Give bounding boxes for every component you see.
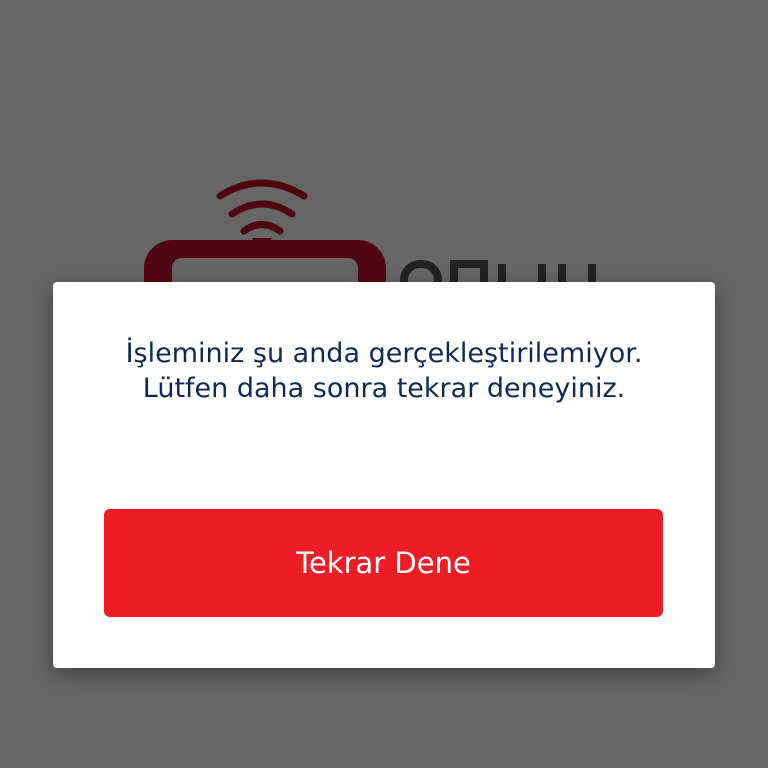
error-message: İşleminiz şu anda gerçekleştirilemiyor. … [125, 338, 643, 404]
app-screen: İşleminiz şu anda gerçekleştirilemiyor. … [0, 0, 768, 768]
retry-button[interactable]: Tekrar Dene [104, 509, 663, 617]
error-dialog: İşleminiz şu anda gerçekleştirilemiyor. … [53, 282, 715, 668]
